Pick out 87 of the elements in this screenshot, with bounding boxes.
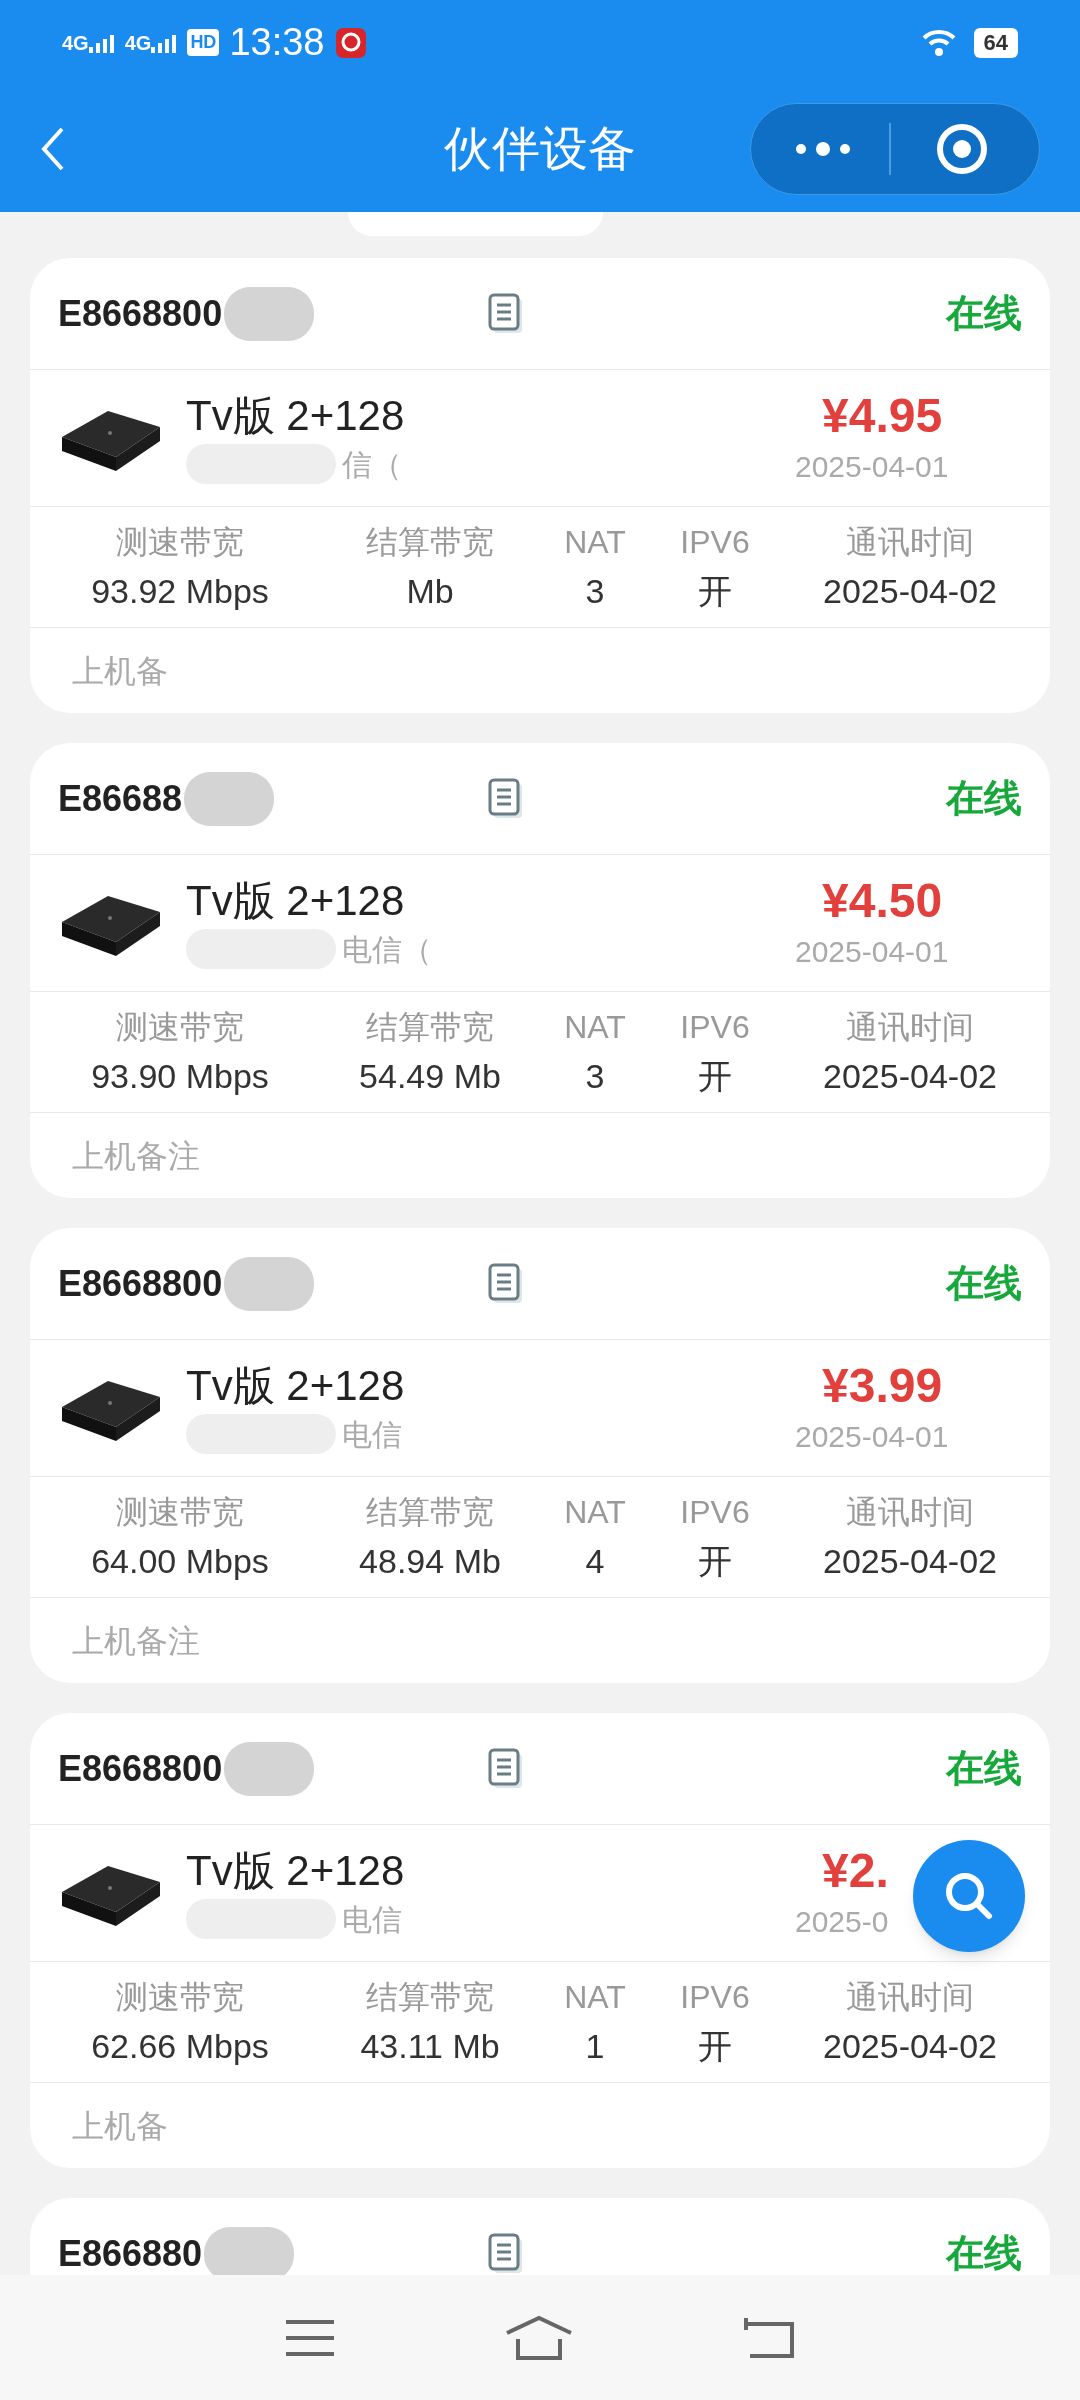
stat-value: 3 (585, 570, 605, 612)
device-id: E8668800 (58, 1261, 223, 1306)
note-label: 上机备 (72, 651, 168, 691)
stat-label: NAT (564, 1977, 626, 2017)
price-date: 2025-0 (795, 1903, 889, 1940)
price: ¥4.95 (822, 387, 943, 444)
stat-label: IPV6 (680, 1492, 750, 1532)
stat-label: 测速带宽 (116, 1492, 244, 1532)
stat-label: 通讯时间 (846, 1007, 974, 1047)
stat-value: 43.11 Mb (360, 2025, 500, 2067)
status-label: 在线 (946, 1261, 1022, 1306)
stat-value: Mb (406, 570, 454, 612)
signal-icon (88, 32, 115, 53)
stat-label: 结算带宽 (366, 1492, 494, 1532)
stat-label: 通讯时间 (846, 1492, 974, 1532)
device-id: E8668800 (58, 291, 223, 336)
stat-value: 93.90 Mbps (91, 1055, 269, 1097)
note-label: 上机备注 (72, 1621, 200, 1661)
status-label: 在线 (946, 2231, 1022, 2276)
close-mini-program-icon[interactable] (935, 121, 989, 176)
stat-label: 结算带宽 (366, 522, 494, 562)
status-label: 在线 (946, 1746, 1022, 1791)
network-label: 4G (124, 30, 152, 56)
battery-indicator: 64 (973, 27, 1018, 58)
stat-label: 测速带宽 (116, 1977, 244, 2017)
stat-value: 54.49 Mb (359, 1055, 501, 1097)
more-icon[interactable] (793, 140, 853, 157)
stat-value: 62.66 Mbps (91, 2025, 269, 2067)
device-id: E86688 (58, 776, 183, 821)
stat-value: 开 (698, 570, 732, 612)
stat-label: 测速带宽 (116, 1007, 244, 1047)
app-notification-icon (336, 27, 367, 58)
stat-label: IPV6 (680, 1977, 750, 2017)
signal-icon (151, 32, 178, 53)
stat-label: NAT (564, 1492, 626, 1532)
stat-value: 开 (698, 2025, 732, 2067)
network-label: 4G (62, 30, 89, 56)
stat-label: NAT (564, 1007, 626, 1047)
stat-label: 结算带宽 (366, 1007, 494, 1047)
stat-value: 2025-04-02 (823, 1540, 997, 1582)
device-id: E8668800 (58, 1746, 223, 1791)
stat-value: 93.92 Mbps (91, 570, 269, 612)
price-date: 2025-04-01 (795, 1418, 949, 1455)
carrier-text: 电信 (342, 1416, 402, 1453)
page-title: 伙伴设备 (444, 120, 636, 177)
stat-label: NAT (564, 522, 626, 562)
status-label: 在线 (946, 291, 1022, 336)
device-model: Tv版 2+128 (186, 875, 406, 926)
note-label: 上机备注 (72, 1136, 200, 1176)
stat-value: 2025-04-02 (823, 1055, 997, 1097)
stat-label: 通讯时间 (846, 522, 974, 562)
device-id: E866880 (58, 2231, 203, 2276)
price-date: 2025-04-01 (795, 448, 949, 485)
stat-label: IPV6 (680, 1007, 750, 1047)
wifi-icon (921, 28, 956, 57)
stat-label: 结算带宽 (366, 1977, 494, 2017)
stat-value: 64.00 Mbps (91, 1540, 269, 1582)
carrier-text: 信（ (342, 446, 402, 483)
device-model: Tv版 2+128 (186, 1360, 405, 1411)
status-label: 在线 (946, 776, 1022, 821)
home-icon[interactable] (504, 2314, 574, 2361)
stat-value: 2025-04-02 (823, 570, 997, 612)
menu-icon[interactable] (284, 2317, 336, 2358)
stat-value: 1 (585, 2025, 605, 2067)
device-model: Tv版 2+128 (186, 390, 405, 441)
stat-label: 测速带宽 (116, 522, 244, 562)
stat-value: 48.94 Mb (359, 1540, 501, 1582)
price: ¥2. (822, 1842, 889, 1899)
price: ¥4.50 (822, 872, 943, 929)
device-model: Tv版 2+128 (186, 1845, 405, 1896)
stat-value: 开 (698, 1540, 732, 1582)
stat-label: IPV6 (680, 522, 750, 562)
back-icon[interactable] (40, 125, 66, 172)
stat-value: 开 (698, 1055, 732, 1097)
stat-value: 3 (585, 1055, 605, 1097)
carrier-text: 电信 (342, 1901, 402, 1938)
back-nav-icon[interactable] (742, 2315, 796, 2360)
carrier-text: 电信（ (342, 931, 432, 968)
note-label: 上机备 (72, 2106, 168, 2146)
price: ¥3.99 (822, 1357, 943, 1414)
price-date: 2025-04-01 (795, 933, 949, 970)
clock: 13:38 (229, 20, 325, 65)
stat-value: 4 (585, 1540, 605, 1582)
hd-badge: HD (187, 29, 220, 56)
stat-label: 通讯时间 (846, 1977, 974, 2017)
stat-value: 2025-04-02 (823, 2025, 997, 2067)
search-icon (943, 1870, 995, 1922)
